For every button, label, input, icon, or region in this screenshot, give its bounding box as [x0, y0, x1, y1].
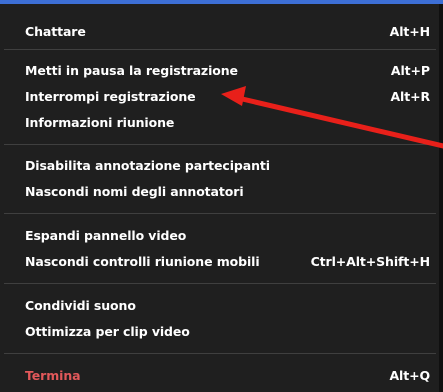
menu-item-label: Interrompi registrazione [25, 88, 196, 104]
menu-item-pause-recording[interactable]: Metti in pausa la registrazione Alt+P [0, 57, 430, 83]
menu-item-stop-recording[interactable]: Interrompi registrazione Alt+R [0, 83, 430, 109]
menu-separator [4, 283, 436, 284]
menu-item-shortcut: Ctrl+Alt+Shift+H [310, 253, 431, 269]
menu-item-hide-annotator-names[interactable]: Nascondi nomi degli annotatori [0, 178, 430, 204]
menu-item-shortcut: Alt+H [389, 23, 430, 39]
menu-item-hide-floating-controls[interactable]: Nascondi controlli riunione mobili Ctrl+… [0, 248, 430, 274]
menu-separator [4, 353, 436, 354]
menu-item-label: Disabilita annotazione partecipanti [25, 157, 270, 173]
menu-item-label: Nascondi nomi degli annotatori [25, 183, 244, 199]
menu-item-label: Metti in pausa la registrazione [25, 62, 238, 78]
menu-item-label: Nascondi controlli riunione mobili [25, 253, 260, 269]
menu-item-share-sound[interactable]: Condividi suono [0, 292, 430, 318]
meeting-more-menu: Chattare Alt+H Metti in pausa la registr… [0, 4, 443, 392]
menu-item-shortcut: Alt+P [390, 62, 430, 78]
menu-item-label: Chattare [25, 23, 86, 39]
menu-item-optimize-video-clip[interactable]: Ottimizza per clip video [0, 318, 430, 344]
menu-item-label: Termina [25, 367, 81, 383]
menu-right-edge [439, 4, 443, 392]
menu-item-chattare[interactable]: Chattare Alt+H [0, 18, 430, 44]
menu-item-meeting-info[interactable]: Informazioni riunione [0, 109, 430, 135]
menu-item-end-meeting[interactable]: Termina Alt+Q [0, 362, 430, 388]
menu-item-expand-video-panel[interactable]: Espandi pannello video [0, 222, 430, 248]
menu-item-shortcut: Alt+R [390, 88, 430, 104]
menu-separator [4, 213, 436, 214]
menu-item-disable-annotation[interactable]: Disabilita annotazione partecipanti [0, 152, 430, 178]
menu-separator [4, 144, 436, 145]
menu-item-label: Espandi pannello video [25, 227, 187, 243]
menu-separator [4, 49, 436, 50]
menu-item-shortcut: Alt+Q [389, 367, 430, 383]
menu-item-label: Informazioni riunione [25, 114, 175, 130]
menu-item-label: Condividi suono [25, 297, 136, 313]
menu-item-label: Ottimizza per clip video [25, 323, 190, 339]
